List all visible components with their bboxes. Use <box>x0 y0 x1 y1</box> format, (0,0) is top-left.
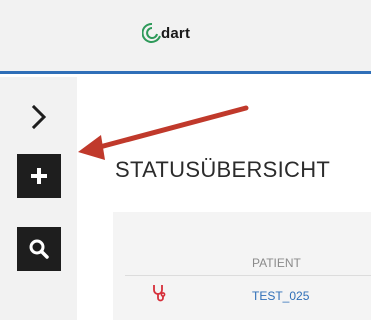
sidebar <box>0 77 77 320</box>
dart-logo[interactable]: dart <box>142 18 190 48</box>
status-table: PATIENT TEST_025 <box>125 236 371 312</box>
main-content: STATUSÜBERSICHT PATIENT TEST_025 <box>77 77 371 320</box>
table-row[interactable]: TEST_025 <box>125 276 371 312</box>
top-bar: dart <box>0 0 371 74</box>
patient-link[interactable]: TEST_025 <box>252 289 309 303</box>
dart-logo-icon <box>142 22 161 43</box>
status-table-panel: PATIENT TEST_025 <box>113 212 371 320</box>
logo-text: dart <box>161 24 191 42</box>
table-header-row: PATIENT <box>125 236 371 276</box>
add-button[interactable] <box>17 154 61 198</box>
plus-icon <box>31 168 47 184</box>
column-header-patient[interactable]: PATIENT <box>252 256 301 270</box>
chevron-right-icon <box>31 104 47 130</box>
expand-sidebar-button[interactable] <box>24 101 56 133</box>
stethoscope-icon <box>151 284 167 307</box>
page-title: STATUSÜBERSICHT <box>115 157 331 182</box>
search-button[interactable] <box>17 227 61 271</box>
search-icon <box>29 239 49 259</box>
